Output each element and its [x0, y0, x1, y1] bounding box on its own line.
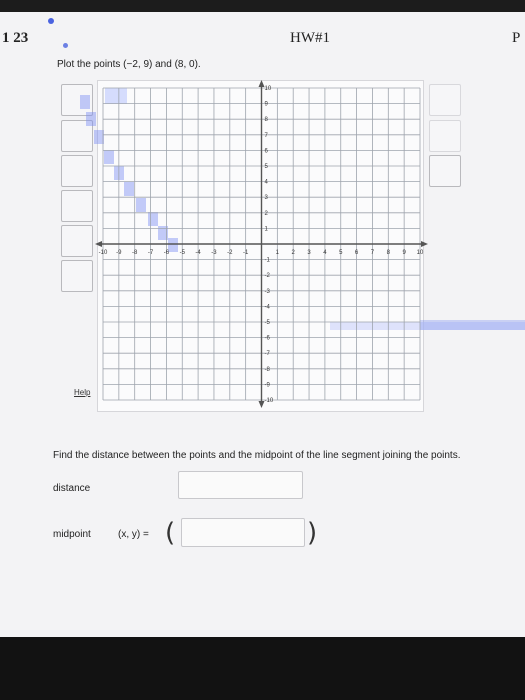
glare-patch [80, 95, 90, 109]
coordinate-grid[interactable]: -10 -9 -8 -7 -6 -5 -4 -3 -2 -1 1 2 3 4 5 6 7 8 9 10 10 9 8 7 6 5 4… [0, 0, 525, 700]
y-tick-label: 2 [265, 211, 269, 217]
blue-light-glare [80, 88, 525, 330]
coordinate-label: (x, y) = [118, 529, 149, 540]
x-tick-label: 7 [371, 250, 375, 256]
glare-patch [136, 198, 146, 212]
y-tick-label: -4 [265, 304, 271, 310]
y-tick-label: 6 [265, 148, 269, 154]
y-tick-label: -1 [265, 258, 271, 264]
y-tick-label: 4 [265, 180, 269, 186]
x-axis-arrow-left [95, 241, 102, 247]
x-tick-label: 6 [355, 250, 359, 256]
x-tick-label: -6 [164, 250, 170, 256]
y-tick-label: -5 [265, 320, 271, 326]
part2-instruction: Find the distance between the points and… [53, 450, 461, 461]
x-tick-label: -5 [180, 250, 186, 256]
y-tick-label: -6 [265, 336, 271, 342]
glare-patch [86, 112, 96, 126]
x-tick-label: -7 [148, 250, 154, 256]
y-tick-label: 8 [265, 117, 269, 123]
glare-patch [168, 238, 178, 252]
x-tick-label: 4 [323, 250, 327, 256]
y-tick-label: -10 [265, 398, 274, 404]
y-tick-label: 7 [265, 133, 269, 139]
y-tick-label: -8 [265, 367, 271, 373]
open-paren: ( [165, 518, 176, 548]
x-axis-arrow-right [421, 241, 428, 247]
y-tick-label: 1 [265, 226, 269, 232]
midpoint-input[interactable] [181, 518, 305, 547]
glare-patch [148, 212, 158, 226]
x-tick-label: -3 [211, 250, 217, 256]
help-link[interactable]: Help [74, 388, 90, 397]
x-tick-label: -1 [243, 250, 249, 256]
glare-patch [94, 130, 104, 144]
x-tick-label: -9 [116, 250, 122, 256]
x-tick-label: 8 [387, 250, 391, 256]
distance-input[interactable] [178, 471, 303, 499]
x-tick-label: 10 [417, 250, 424, 256]
y-tick-label: 3 [265, 195, 269, 201]
y-tick-label: 5 [265, 164, 269, 170]
midpoint-label: midpoint [53, 529, 91, 540]
glare-patch [104, 150, 114, 164]
x-tick-label: -10 [99, 250, 108, 256]
glare-patch [105, 88, 127, 104]
x-tick-label: 3 [307, 250, 311, 256]
close-paren: ) [307, 518, 318, 548]
x-tick-label: -8 [132, 250, 138, 256]
glare-patch [124, 182, 134, 196]
y-tick-label: -3 [265, 289, 271, 295]
x-tick-label: 9 [402, 250, 406, 256]
y-tick-label: -7 [265, 351, 271, 357]
x-tick-label: 1 [276, 250, 280, 256]
y-tick-label: 9 [265, 102, 269, 108]
x-tick-label: 5 [339, 250, 343, 256]
distance-label: distance [53, 483, 91, 494]
y-tick-label: -9 [265, 382, 271, 388]
glare-streak [420, 320, 525, 330]
x-tick-label: -4 [195, 250, 201, 256]
y-tick-label: -2 [265, 273, 271, 279]
x-tick-label: 2 [292, 250, 296, 256]
x-tick-label: -2 [227, 250, 233, 256]
y-tick-label: 10 [265, 86, 272, 92]
